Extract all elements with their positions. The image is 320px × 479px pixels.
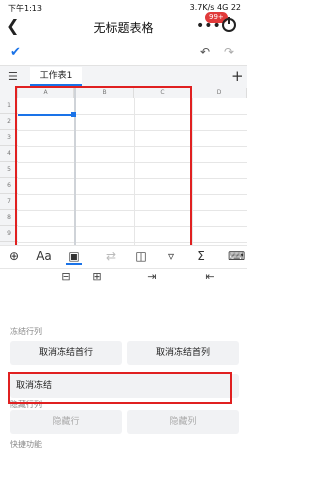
wrap-icon[interactable]: ⇄ [103,249,119,263]
grid-line [192,98,193,245]
insert-icon[interactable]: ⊕ [6,249,22,263]
hide-col-button[interactable]: 隐藏列 [127,410,239,434]
insert-row-icon[interactable]: ⊟ [57,270,75,283]
undo-icon[interactable]: ↶ [200,45,210,59]
status-time: 下午1:13 [8,4,42,13]
sum-icon[interactable]: Σ [193,249,209,263]
cell-format-icon[interactable]: ▣ [66,249,82,265]
add-sheet-icon[interactable]: + [231,67,244,85]
highlight-box-grid [15,86,192,251]
sheet-tab[interactable]: 工作表1 [30,67,82,86]
freeze-icon[interactable]: ◫ [133,249,149,263]
keyboard-icon[interactable]: ⌨ [228,249,245,263]
highlight-box-unfreeze [8,372,232,404]
filter-icon[interactable]: ▿ [163,249,179,263]
hide-row-button[interactable]: 隐藏行 [10,410,122,434]
confirm-check-icon[interactable]: ✔ [10,45,21,60]
insert-col-icon[interactable]: ⇥ [143,270,161,283]
status-indicators: 3.7K/s 4G 22 [189,3,241,12]
section-title-quick: 快捷功能 [10,440,42,449]
power-icon[interactable] [222,17,236,32]
redo-icon[interactable]: ↷ [224,45,234,59]
unfreeze-first-row-button[interactable]: 取消冻结首行 [10,341,122,365]
insert-col-right-icon[interactable]: ⇤ [201,270,219,283]
unfreeze-first-col-button[interactable]: 取消冻结首列 [127,341,239,365]
section-title-freeze: 冻结行列 [10,327,42,336]
insert-below-icon[interactable]: ⊞ [88,270,106,283]
font-icon[interactable]: Aa [36,249,52,263]
column-header[interactable]: D [192,88,247,98]
layers-icon[interactable]: ☰ [8,70,18,83]
